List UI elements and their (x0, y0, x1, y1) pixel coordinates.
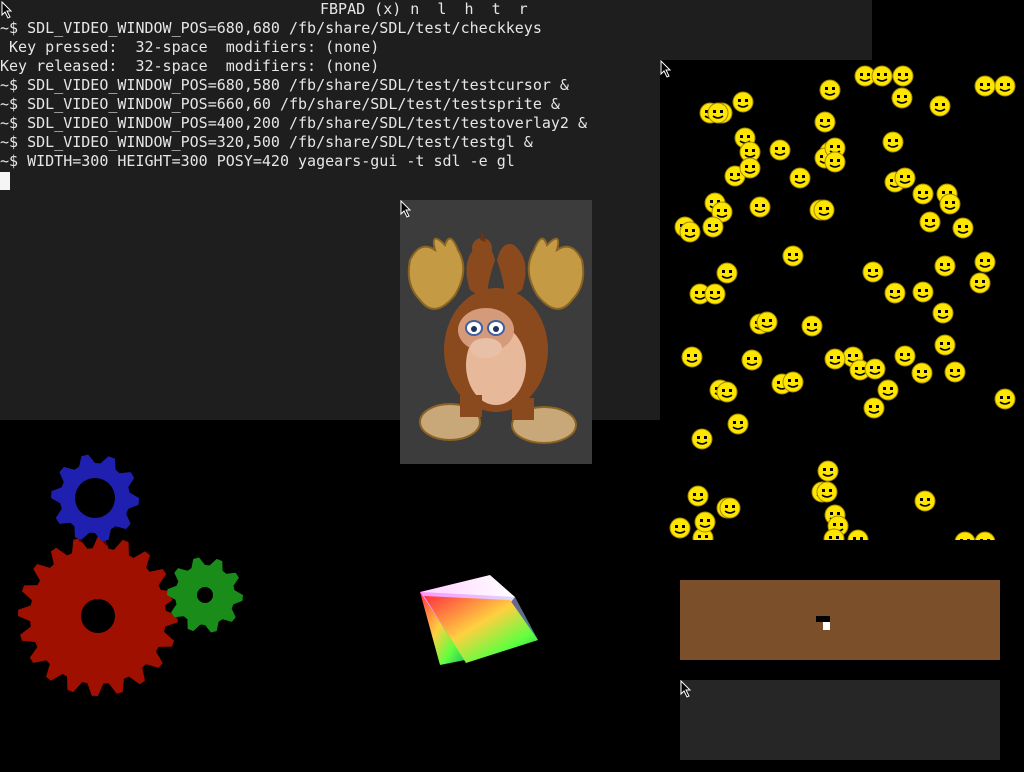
smiley-face-icon (789, 167, 811, 189)
terminal-title-bar: FBPAD (x) n l h t r (0, 0, 872, 20)
cursor-sprite-highlight (823, 622, 830, 630)
smiley-face-icon (919, 211, 941, 233)
smiley-face-icon (969, 272, 991, 294)
testcursor-window[interactable] (680, 580, 1000, 660)
smiley-face-icon (914, 490, 936, 512)
smiley-face-icon (782, 245, 804, 267)
smiley-face-icon (954, 531, 976, 540)
smiley-face-icon (814, 111, 836, 133)
moose-sprite (407, 230, 585, 444)
smiley-face-icon (739, 157, 761, 179)
terminal-line: ~$ SDL_VIDEO_WINDOW_POS=680,580 /fb/shar… (0, 76, 569, 94)
terminal-line: ~$ SDL_VIDEO_WINDOW_POS=680,680 /fb/shar… (0, 19, 542, 37)
smiley-face-icon (816, 481, 838, 503)
smiley-face-icon (694, 511, 716, 533)
testoverlay2-window[interactable] (400, 200, 592, 464)
gears-canvas (18, 454, 247, 700)
smiley-face-icon (719, 497, 741, 519)
smiley-face-icon (749, 196, 771, 218)
smiley-face-icon (884, 282, 906, 304)
smiley-face-icon (911, 362, 933, 384)
smiley-face-icon (782, 371, 804, 393)
testsprite-window[interactable] (660, 60, 1024, 540)
smiley-face-icon (877, 379, 899, 401)
terminal-line: ~$ SDL_VIDEO_WINDOW_POS=660,60 /fb/share… (0, 95, 560, 113)
smiley-face-icon (952, 217, 974, 239)
smiley-face-icon (994, 388, 1016, 410)
smiley-face-icon (882, 131, 904, 153)
terminal-line: ~$ WIDTH=300 HEIGHT=300 POSY=420 yagears… (0, 152, 515, 170)
smiley-face-icon (691, 428, 713, 450)
smiley-face-icon (824, 151, 846, 173)
smiley-face-icon (864, 358, 886, 380)
smiley-face-icon (817, 460, 839, 482)
terminal-line: Key pressed: 32-space modifiers: (none) (0, 38, 380, 56)
smiley-face-icon (687, 485, 709, 507)
smiley-face-icon (679, 221, 701, 243)
smiley-face-icon (974, 531, 996, 540)
terminal-title: FBPAD (x) n l h t r (320, 0, 528, 18)
testgl-window[interactable] (320, 500, 640, 768)
smiley-face-icon (681, 346, 703, 368)
smiley-face-icon (912, 281, 934, 303)
rgb-cube (420, 575, 538, 665)
smiley-face-icon (741, 349, 763, 371)
smiley-face-icon (704, 283, 726, 305)
terminal-text-cursor (0, 172, 10, 190)
mouse-pointer-icon (660, 60, 672, 78)
checkkeys-window[interactable] (680, 680, 1000, 760)
smiley-face-icon (769, 139, 791, 161)
smiley-face-icon (894, 345, 916, 367)
smiley-face-icon (819, 79, 841, 101)
smiley-face-icon (716, 262, 738, 284)
gear-icon (51, 454, 143, 546)
smiley-face-icon (891, 87, 913, 109)
smiley-face-icon (894, 167, 916, 189)
smiley-face-icon (732, 91, 754, 113)
smiley-face-icon (934, 334, 956, 356)
framebuffer-screen: FBPAD (x) n l h t r ~$ SDL_VIDEO_WINDOW_… (0, 0, 1024, 768)
smiley-face-icon (847, 529, 869, 540)
smiley-face-icon (669, 517, 691, 539)
smiley-face-icon (974, 251, 996, 273)
smiley-face-icon (862, 261, 884, 283)
terminal-line: ~$ SDL_VIDEO_WINDOW_POS=320,500 /fb/shar… (0, 133, 533, 151)
smiley-sprite-field (669, 65, 1016, 540)
smiley-face-icon (892, 65, 914, 87)
terminal-line: Key released: 32-space modifiers: (none) (0, 57, 380, 75)
smiley-face-icon (801, 315, 823, 337)
smiley-face-icon (871, 65, 893, 87)
mouse-pointer-icon (680, 680, 692, 698)
mouse-pointer-icon (1, 1, 13, 19)
smiley-face-icon (974, 75, 996, 97)
smiley-face-icon (929, 95, 951, 117)
smiley-face-icon (702, 216, 724, 238)
smiley-face-icon (756, 311, 778, 333)
smiley-face-icon (716, 381, 738, 403)
smiley-face-icon (932, 302, 954, 324)
smiley-face-icon (707, 102, 729, 124)
smiley-face-icon (939, 193, 961, 215)
smiley-face-icon (813, 199, 835, 221)
smiley-face-icon (994, 75, 1016, 97)
terminal-line: ~$ SDL_VIDEO_WINDOW_POS=400,200 /fb/shar… (0, 114, 587, 132)
smiley-face-icon (824, 348, 846, 370)
yagears-window[interactable] (0, 420, 300, 768)
smiley-face-icon (944, 361, 966, 383)
mouse-pointer-icon (400, 200, 412, 218)
smiley-face-icon (863, 397, 885, 419)
smiley-face-icon (934, 255, 956, 277)
smiley-face-icon (912, 183, 934, 205)
gear-icon (18, 536, 182, 700)
smiley-face-icon (727, 413, 749, 435)
